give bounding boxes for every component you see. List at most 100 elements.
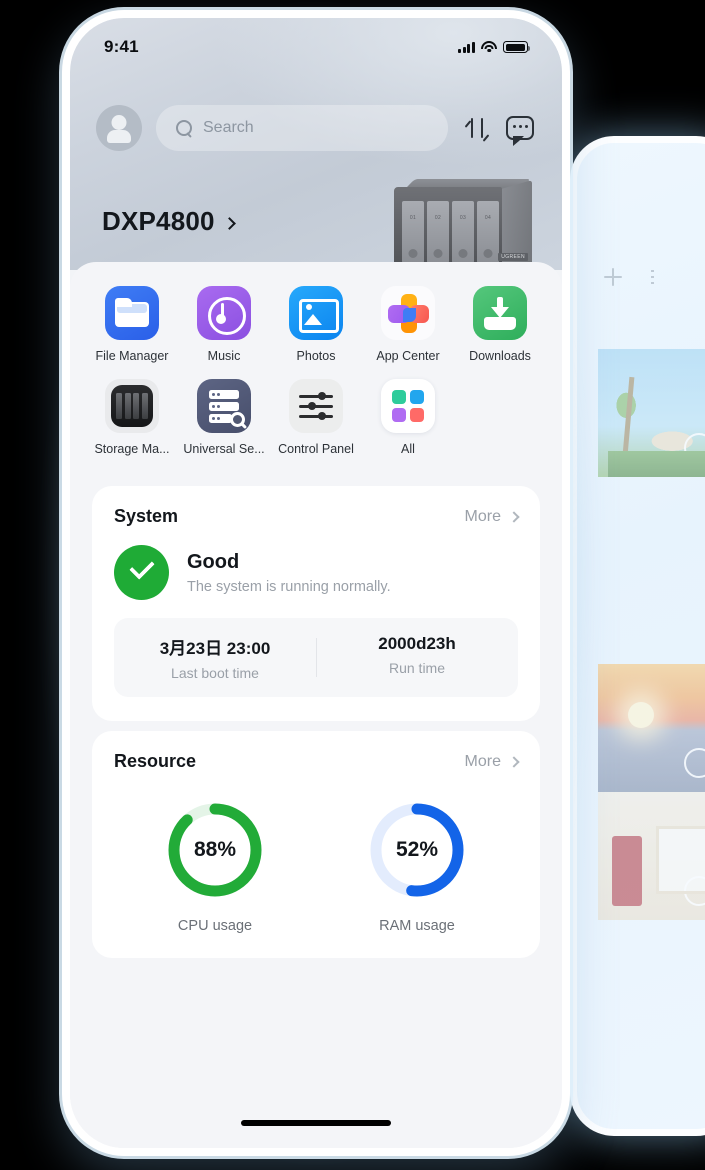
resource-card-header: Resource More: [114, 751, 520, 772]
bay-label: 04: [484, 215, 492, 221]
list-view-icon[interactable]: [651, 267, 671, 287]
more-label: More: [464, 752, 501, 770]
universal-search-icon: [197, 379, 251, 433]
file-manager-icon: [105, 286, 159, 340]
device-name: DXP4800: [102, 205, 215, 236]
control-panel-icon: [289, 379, 343, 433]
system-card-header: System More: [114, 506, 520, 527]
status-bar: 9:41: [70, 18, 562, 76]
bay-label: 02: [434, 215, 442, 221]
avatar-icon[interactable]: [96, 105, 142, 151]
music-icon: [197, 286, 251, 340]
app-universal-search[interactable]: Universal Se...: [178, 379, 270, 456]
chat-bubble-icon[interactable]: [506, 113, 536, 146]
app-app-center[interactable]: App Center: [362, 286, 454, 363]
bay-label: 03: [459, 215, 467, 221]
app-file-manager[interactable]: File Manager: [86, 286, 178, 363]
main-phone: 9:41 Search DXP4800 01 02 03 04 UGREEN F…: [62, 10, 570, 1156]
app-label: Downloads: [469, 349, 531, 363]
gauge-label: RAM usage: [379, 918, 455, 934]
battery-icon: [503, 41, 531, 53]
resource-gauges: 88% CPU usage 52% RAM usage: [114, 790, 518, 934]
stat-label: Run time: [388, 660, 446, 676]
check-circle-icon: [114, 545, 169, 600]
ram-value: 52%: [395, 838, 439, 861]
palm-tree-photo[interactable]: [598, 349, 705, 477]
cpu-donut-chart: 88%: [161, 796, 269, 904]
resource-card-title: Resource: [114, 751, 197, 771]
device-row: DXP4800 01 02 03 04 UGREEN: [70, 173, 562, 279]
background-phone: [570, 136, 705, 1136]
chevron-right-icon: [222, 216, 236, 230]
app-label: All: [401, 442, 415, 456]
system-status-desc: The system is running normally.: [187, 578, 391, 595]
app-label: Universal Se...: [183, 442, 265, 456]
device-name-button[interactable]: DXP4800: [102, 205, 236, 237]
system-status-row: Good The system is running normally.: [114, 545, 518, 600]
chevron-right-icon: [508, 510, 520, 523]
storage-manager-icon: [105, 379, 159, 433]
system-status-title: Good: [187, 550, 240, 573]
more-label: More: [464, 507, 501, 525]
stat-label: Last boot time: [171, 665, 259, 681]
select-ring-icon[interactable]: [684, 876, 705, 906]
app-label: Photos: [296, 349, 336, 363]
drive-bay: 03: [452, 201, 474, 263]
nas-drive-bays: 01 02 03 04: [402, 201, 499, 263]
bay-label: 01: [409, 215, 417, 221]
select-ring-icon[interactable]: [684, 433, 705, 463]
stat-value: 3月23日 23:00: [159, 639, 271, 658]
app-label: File Manager: [95, 349, 169, 363]
app-photos[interactable]: Photos: [270, 286, 362, 363]
stat-run-time: 2000d23h Run time: [316, 634, 518, 681]
system-card: System More Good The system is running n…: [92, 486, 540, 721]
search-input[interactable]: Search: [156, 105, 448, 151]
nas-brand-logo: UGREEN: [498, 253, 528, 261]
resource-card: Resource More 88% CPU usage 52% RAM usag…: [92, 731, 540, 958]
status-bar-icons: [458, 41, 531, 53]
app-label: Control Panel: [278, 442, 354, 456]
gauge-ram-usage: 52% RAM usage: [316, 796, 518, 934]
app-all[interactable]: All: [362, 379, 454, 456]
background-phone-toolbar: [603, 267, 671, 287]
app-label: Music: [207, 349, 241, 363]
chevron-right-icon: [508, 755, 520, 768]
stat-value: 2000d23h: [378, 634, 456, 653]
app-control-panel[interactable]: Control Panel: [270, 379, 362, 456]
app-center-icon: [381, 286, 435, 340]
drive-bay: 01: [402, 201, 424, 263]
transfer-icon[interactable]: [462, 113, 492, 143]
ram-donut-chart: 52%: [363, 796, 471, 904]
downloads-icon: [473, 286, 527, 340]
all-apps-icon: [381, 379, 435, 433]
gauge-cpu-usage: 88% CPU usage: [114, 796, 316, 934]
system-stats: 3月23日 23:00 Last boot time 2000d23h Run …: [114, 618, 518, 697]
header-bar: Search: [70, 98, 562, 158]
drive-bay: 02: [427, 201, 449, 263]
wifi-icon: [481, 41, 497, 53]
system-status-text: Good The system is running normally.: [187, 551, 391, 595]
system-more-button[interactable]: More: [464, 507, 520, 526]
plus-icon[interactable]: [603, 267, 623, 287]
cellular-bars-icon: [458, 41, 475, 53]
select-ring-icon[interactable]: [684, 748, 705, 778]
gauge-label: CPU usage: [177, 918, 253, 934]
phone-screen: 9:41 Search DXP4800 01 02 03 04 UGREEN F…: [70, 18, 562, 1148]
app-label: Storage Ma...: [94, 442, 170, 456]
search-icon: [176, 120, 192, 136]
system-card-title: System: [114, 506, 179, 526]
screenshot-stage: 9:41 Search DXP4800 01 02 03 04 UGREEN F…: [0, 0, 705, 1170]
search-placeholder: Search: [203, 119, 254, 136]
home-indicator[interactable]: [241, 1120, 391, 1126]
app-storage-manager[interactable]: Storage Ma...: [86, 379, 178, 456]
resource-more-button[interactable]: More: [464, 752, 520, 771]
app-downloads[interactable]: Downloads: [454, 286, 546, 363]
cpu-value: 88%: [193, 838, 237, 861]
status-bar-time: 9:41: [104, 37, 139, 56]
house-porch-photo[interactable]: [598, 792, 705, 920]
app-music[interactable]: Music: [178, 286, 270, 363]
stat-last-boot-time: 3月23日 23:00 Last boot time: [114, 634, 316, 681]
sunset-ocean-photo[interactable]: [598, 664, 705, 792]
app-grid: File Manager Music Photos App Center Dow…: [70, 262, 562, 476]
app-label: App Center: [376, 349, 440, 363]
